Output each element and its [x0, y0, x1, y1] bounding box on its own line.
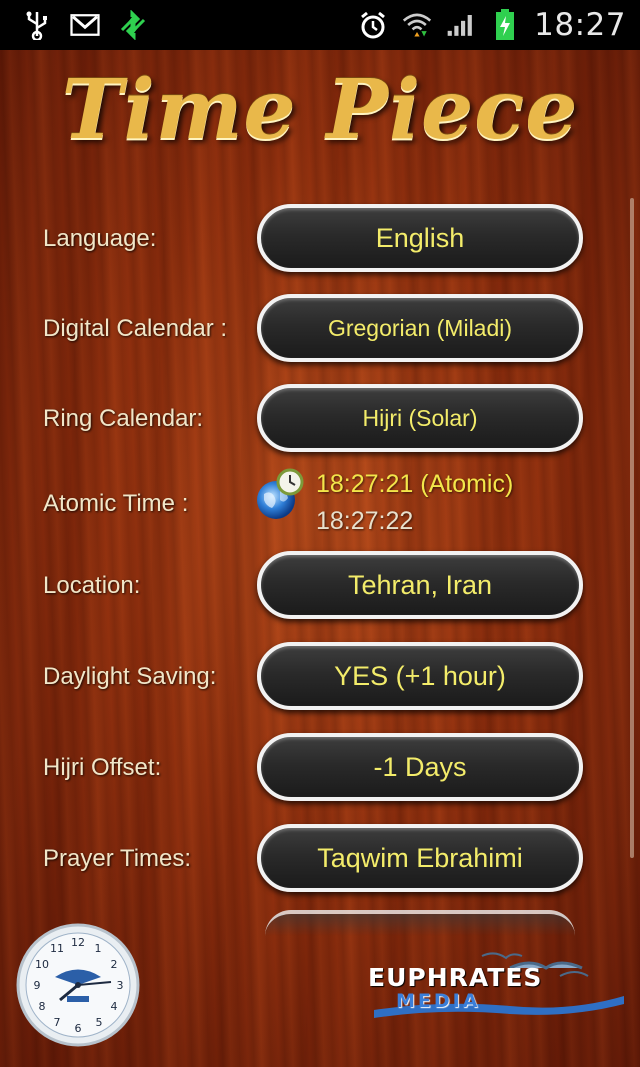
svg-text:1: 1 — [95, 942, 102, 955]
usb-icon — [22, 10, 52, 40]
location-label: Location: — [43, 572, 141, 599]
location-button[interactable]: Tehran, Iran — [257, 551, 583, 619]
hijri-offset-button[interactable]: -1 Days — [257, 733, 583, 801]
digital-calendar-label: Digital Calendar : — [43, 315, 228, 342]
svg-text:10: 10 — [35, 958, 49, 971]
app-title: Time Piece — [61, 62, 579, 158]
alarm-icon — [358, 10, 388, 40]
ring-calendar-label: Ring Calendar: — [43, 405, 204, 432]
sync-icon — [118, 10, 148, 40]
device-time-value: 18:27:22 — [316, 507, 414, 535]
wifi-icon — [402, 10, 432, 40]
scrollbar[interactable] — [630, 198, 634, 858]
signal-icon — [446, 10, 476, 40]
globe-clock-icon[interactable] — [254, 468, 306, 520]
svg-text:5: 5 — [96, 1016, 103, 1029]
svg-text:6: 6 — [75, 1022, 82, 1035]
svg-text:8: 8 — [39, 1000, 46, 1013]
atomic-time-value: 18:27:21 (Atomic) — [316, 470, 514, 498]
svg-text:2: 2 — [111, 958, 118, 971]
daylight-saving-label: Daylight Saving: — [43, 663, 217, 690]
daylight-saving-button[interactable]: YES (+1 hour) — [257, 642, 583, 710]
status-bar: 18:27 — [0, 0, 640, 50]
svg-text:9: 9 — [34, 979, 41, 992]
prayer-times-button[interactable]: Taqwim Ebrahimi — [257, 824, 583, 892]
atomic-time-label: Atomic Time : — [43, 490, 189, 517]
gmail-icon — [70, 10, 100, 40]
language-label: Language: — [43, 225, 157, 252]
language-button[interactable]: English — [257, 204, 583, 272]
prayer-times-label: Prayer Times: — [43, 845, 192, 872]
brand-line2: MEDIA — [396, 990, 481, 1012]
hijri-offset-label: Hijri Offset: — [43, 754, 162, 781]
svg-text:3: 3 — [117, 979, 124, 992]
svg-text:11: 11 — [50, 942, 64, 955]
clock-widget-icon[interactable]: 12 1 2 3 45 6 78 9 10 11 — [15, 922, 141, 1048]
battery-charging-icon — [490, 9, 520, 40]
digital-calendar-button[interactable]: Gregorian (Miladi) — [257, 294, 583, 362]
svg-text:12: 12 — [71, 936, 85, 949]
svg-text:4: 4 — [111, 1000, 118, 1013]
status-time: 18:27 — [534, 7, 626, 43]
svg-text:7: 7 — [54, 1016, 61, 1029]
next-setting-button-partial[interactable] — [265, 910, 575, 936]
ring-calendar-button[interactable]: Hijri (Solar) — [257, 384, 583, 452]
brand-line1: EUPHRATES — [368, 963, 543, 992]
